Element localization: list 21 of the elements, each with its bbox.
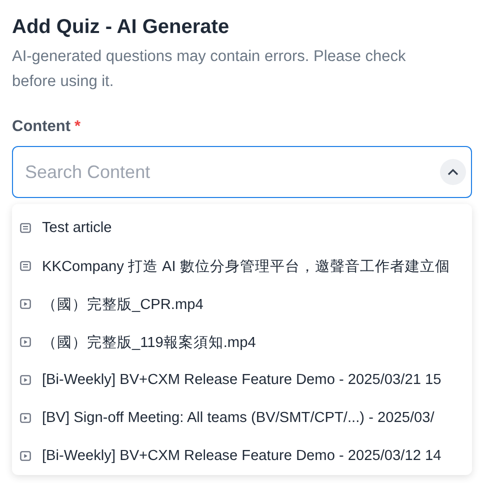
notice-text: AI-generated questions may contain errors. Please check before using it. (12, 47, 407, 92)
dropdown-option[interactable]: Test article (20, 209, 472, 247)
field-label: Content (12, 117, 71, 137)
document-icon (20, 261, 31, 271)
search-field[interactable]: Search Content (12, 146, 472, 198)
dialog-title: Add Quiz - AI Generate (12, 15, 230, 40)
play-icon (20, 299, 31, 309)
collapse-button[interactable] (440, 159, 466, 185)
chevron-up-icon (447, 168, 459, 176)
dropdown-option[interactable]: [Bi-Weekly] BV+CXM Release Feature Demo - 2025/03/12 14 (20, 437, 472, 475)
play-icon (20, 375, 31, 385)
dropdown-option[interactable]: KKCompany 打造 AI 數位分身管理平台，邀聲音工作者建立個 (20, 247, 472, 285)
dropdown-option[interactable]: [BV] Sign-off Meeting: All teams (BV/SMT/CPT/...) - 2025/03/ (20, 399, 472, 437)
play-icon (20, 337, 31, 347)
dropdown-option[interactable]: [Bi-Weekly] BV+CXM Release Feature Demo - 2025/03/21 15 (20, 361, 472, 399)
play-icon (20, 451, 31, 461)
play-icon (20, 413, 31, 423)
dropdown-option[interactable]: （國）完整版_CPR.mp4 (20, 285, 472, 323)
dropdown-option[interactable]: （國）完整版_119報案須知.mp4 (20, 323, 472, 361)
required-mark: * (74, 117, 81, 137)
document-icon (20, 223, 31, 233)
